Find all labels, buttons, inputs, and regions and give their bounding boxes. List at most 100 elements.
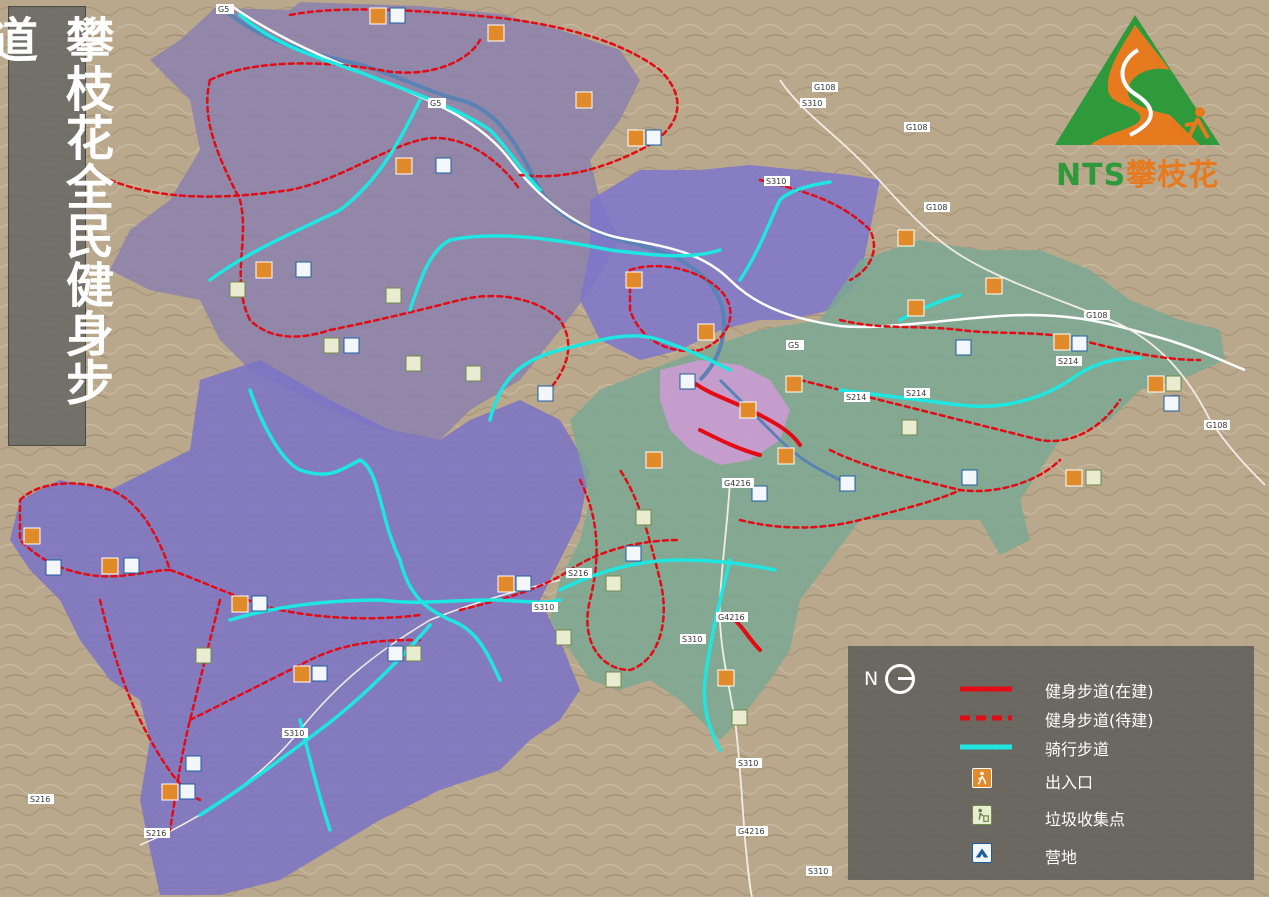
trash-marker[interactable] [229, 281, 246, 298]
legend-label: 营地 [1045, 848, 1078, 867]
camp-marker[interactable] [1071, 335, 1088, 352]
legend-label: 健身步道(待建) [1045, 711, 1154, 730]
trash-marker[interactable] [1165, 375, 1182, 392]
legend-label: 骑行步道 [1045, 740, 1110, 759]
trash-marker[interactable] [195, 647, 212, 664]
road-label-g5: G5 [430, 99, 441, 108]
road-label-s310: S310 [766, 177, 786, 186]
trash-marker[interactable] [901, 419, 918, 436]
trash-marker[interactable] [405, 355, 422, 372]
legend-item-trash: 垃圾收集点 [848, 802, 1254, 832]
entrance-marker[interactable] [1053, 333, 1071, 351]
road-label-s310: S310 [808, 867, 828, 876]
legend-label: 垃圾收集点 [1045, 810, 1126, 829]
camp-marker[interactable] [435, 157, 452, 174]
road-label-g5: G5 [218, 5, 229, 14]
camp-marker[interactable] [311, 665, 328, 682]
camp-marker[interactable] [751, 485, 768, 502]
road-label-s214: S214 [906, 389, 926, 398]
entrance-marker[interactable] [717, 669, 735, 687]
hiker-icon [972, 768, 992, 788]
camp-marker[interactable] [179, 783, 196, 800]
entrance-marker[interactable] [23, 527, 41, 545]
camp-marker[interactable] [387, 645, 404, 662]
trash-marker[interactable] [605, 575, 622, 592]
camp-marker[interactable] [343, 337, 360, 354]
camp-marker[interactable] [123, 557, 140, 574]
legend-label: 健身步道(在建) [1045, 682, 1154, 701]
trash-marker[interactable] [465, 365, 482, 382]
road-label-s310: S310 [534, 603, 554, 612]
tent-icon [972, 843, 992, 863]
legend-item-entrance: 出入口 [848, 765, 1254, 795]
camp-marker[interactable] [961, 469, 978, 486]
logo-brand: NTS [1056, 158, 1127, 193]
road-label-s216: S216 [146, 829, 166, 838]
entrance-marker[interactable] [101, 557, 119, 575]
legend-item-cycling: 骑行步道 [848, 732, 1254, 762]
road-label-s310: S310 [682, 635, 702, 644]
trash-marker[interactable] [1085, 469, 1102, 486]
cyan-line-icon [960, 744, 1012, 750]
entrance-marker[interactable] [161, 783, 179, 801]
camp-marker[interactable] [45, 559, 62, 576]
entrance-marker[interactable] [575, 91, 593, 109]
camp-marker[interactable] [645, 129, 662, 146]
entrance-marker[interactable] [897, 229, 915, 247]
trash-marker[interactable] [323, 337, 340, 354]
logo-wordmark: NTS攀枝花 [1056, 150, 1219, 194]
trash-marker[interactable] [731, 709, 748, 726]
camp-marker[interactable] [515, 575, 532, 592]
entrance-marker[interactable] [739, 401, 757, 419]
dashed-red-line-icon [960, 715, 1012, 721]
road-label-g4216: G4216 [718, 613, 745, 622]
camp-marker[interactable] [185, 755, 202, 772]
trash-marker[interactable] [385, 287, 402, 304]
entrance-marker[interactable] [369, 7, 387, 25]
entrance-marker[interactable] [487, 24, 505, 42]
legend-label: 出入口 [1045, 773, 1094, 792]
entrance-marker[interactable] [627, 129, 645, 147]
entrance-marker[interactable] [255, 261, 273, 279]
entrance-marker[interactable] [625, 271, 643, 289]
entrance-marker[interactable] [1065, 469, 1083, 487]
camp-marker[interactable] [625, 545, 642, 562]
entrance-marker[interactable] [1147, 375, 1165, 393]
camp-marker[interactable] [1163, 395, 1180, 412]
trash-bin-icon [972, 805, 992, 825]
camp-marker[interactable] [839, 475, 856, 492]
logo-hiker-head-icon [1195, 107, 1205, 117]
camp-marker[interactable] [537, 385, 554, 402]
trash-marker[interactable] [555, 629, 572, 646]
trash-marker[interactable] [635, 509, 652, 526]
camp-marker[interactable] [955, 339, 972, 356]
map-title-panel: 攀枝花全民健身步道 [0, 6, 113, 446]
camp-marker[interactable] [295, 261, 312, 278]
entrance-marker[interactable] [231, 595, 249, 613]
road-label-g108: G108 [926, 203, 947, 212]
legend-item-camp: 营地 [848, 840, 1254, 870]
entrance-marker[interactable] [907, 299, 925, 317]
logo-city: 攀枝花 [1126, 158, 1220, 193]
trash-marker[interactable] [405, 645, 422, 662]
entrance-marker[interactable] [785, 375, 803, 393]
road-label-s214: S214 [846, 393, 866, 402]
trash-marker[interactable] [605, 671, 622, 688]
camp-marker[interactable] [679, 373, 696, 390]
road-label-g4216: G4216 [724, 479, 751, 488]
entrance-marker[interactable] [293, 665, 311, 683]
entrance-marker[interactable] [395, 157, 413, 175]
entrance-marker[interactable] [645, 451, 663, 469]
entrance-marker[interactable] [497, 575, 515, 593]
map-legend: N 健身步道(在建) 健身步道(待建) 骑行步道 出入口 垃圾收集点 营地 [848, 646, 1254, 880]
road-label-g108: G108 [814, 83, 835, 92]
entrance-marker[interactable] [777, 447, 795, 465]
entrance-marker[interactable] [697, 323, 715, 341]
road-label-g108: G108 [1206, 421, 1227, 430]
road-label-g4216: G4216 [738, 827, 765, 836]
camp-marker[interactable] [251, 595, 268, 612]
entrance-marker[interactable] [985, 277, 1003, 295]
camp-marker[interactable] [389, 7, 406, 24]
road-label-s310: S310 [802, 99, 822, 108]
road-label-s310: S310 [284, 729, 304, 738]
